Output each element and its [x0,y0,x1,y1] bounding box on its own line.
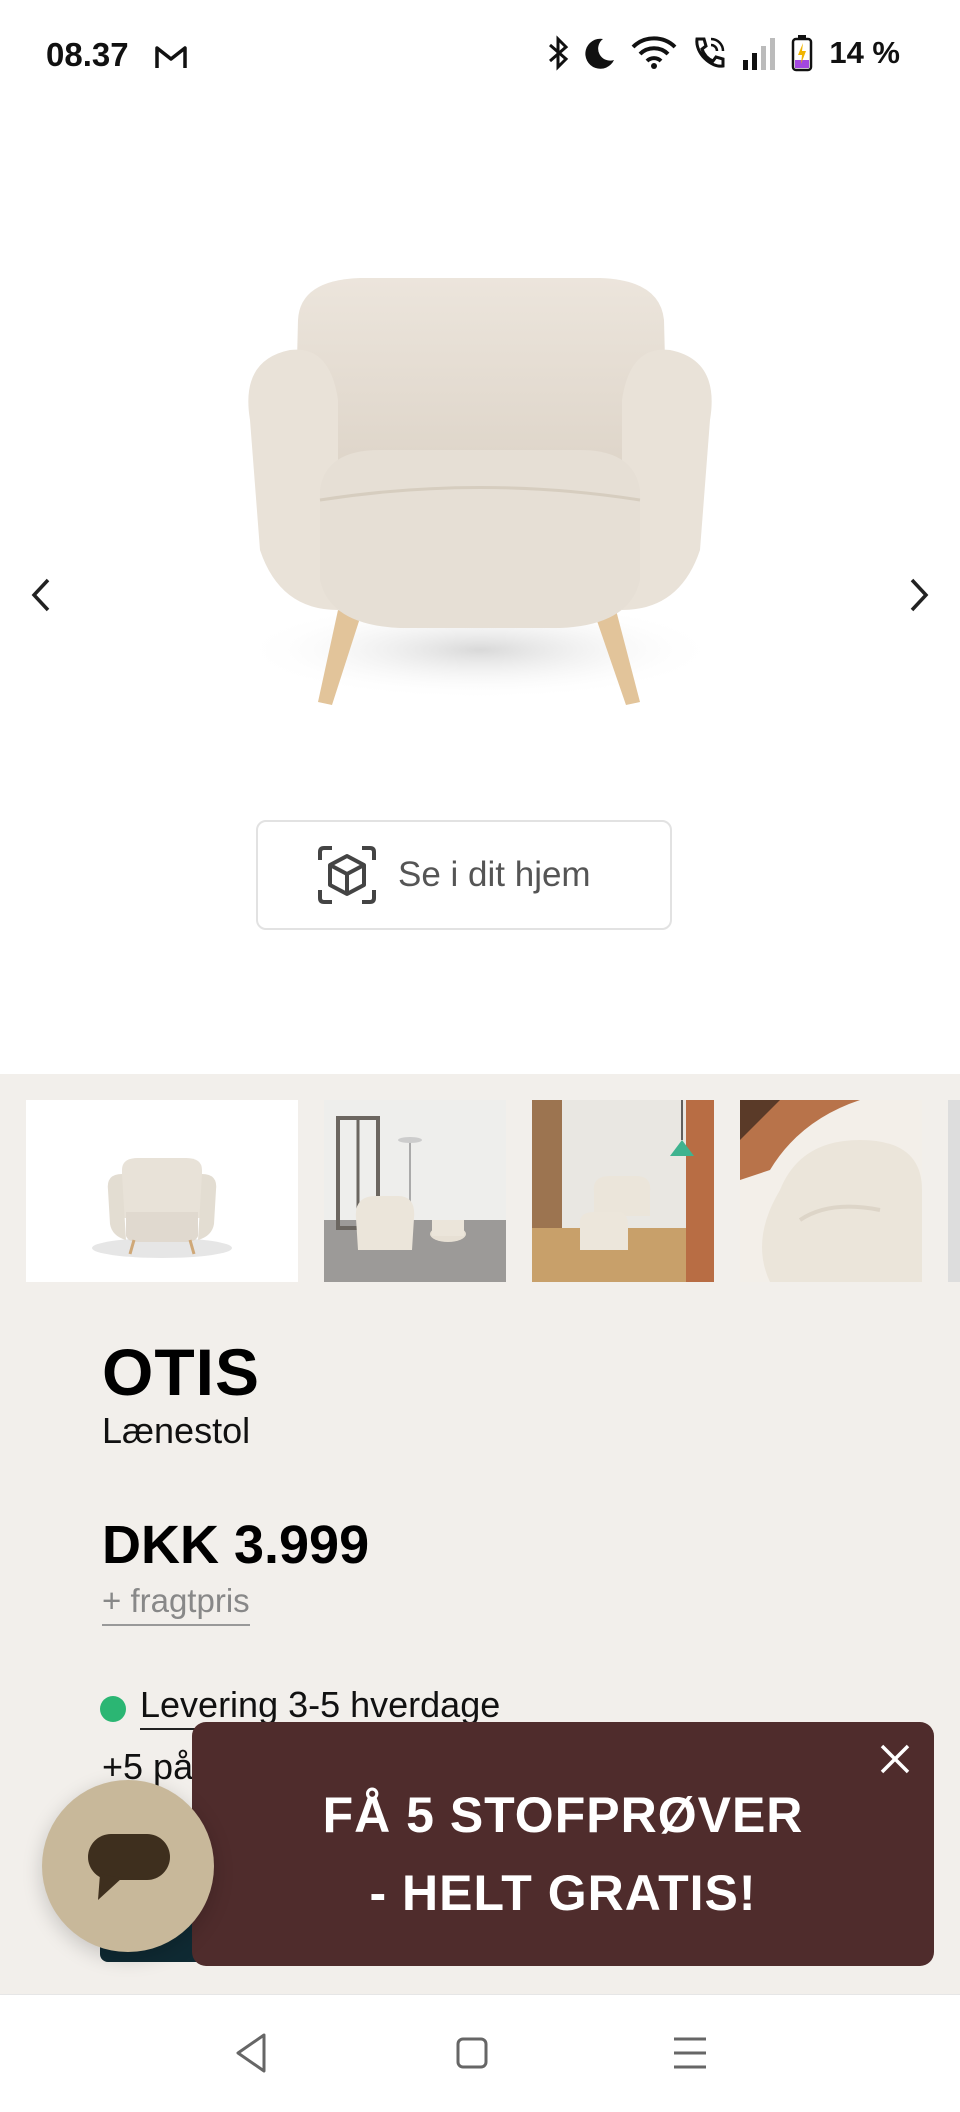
thumbnail-2-room-white[interactable] [324,1100,506,1282]
chevron-right-icon[interactable] [904,574,934,616]
shipping-price-link[interactable]: + fragtpris [102,1582,250,1626]
close-icon[interactable] [870,1734,920,1784]
recent-apps-icon[interactable] [670,2033,710,2073]
ar-cube-icon [318,846,376,904]
view-in-your-home-button[interactable]: Se i dit hjem [256,820,672,930]
product-title: OTIS [102,1335,261,1409]
promo-headline: FÅ 5 STOFPRØVER [322,1787,804,1843]
product-image-chair [240,278,720,705]
thumbnail-1-chair-front[interactable] [26,1100,298,1282]
fabric-samples-promo-popup[interactable]: FÅ 5 STOFPRØVER - HELT GRATIS! [192,1722,934,1966]
do-not-disturb-moon-icon [585,38,615,69]
chevron-left-icon[interactable] [26,574,56,616]
product-image-carousel[interactable]: Se i dit hjem [0,110,960,1074]
wifi-icon [631,36,677,69]
signal-icon [743,38,776,70]
promo-subheadline: - HELT GRATIS! [369,1865,757,1921]
back-icon[interactable] [232,2031,272,2075]
wifi-call-icon [695,37,725,68]
product-price: DKK 3.999 [102,1515,370,1575]
status-icons: 14 % [547,34,900,72]
battery-icon [792,35,813,72]
product-category: Lænestol [102,1410,251,1451]
chat-icon [88,1834,170,1900]
thumbnail-strip[interactable] [26,1100,960,1282]
view-in-your-home-label: Se i dit hjem [398,855,591,894]
in-stock-dot-icon [100,1696,126,1722]
thumbnail-5-partial[interactable] [948,1100,960,1282]
thumbnail-3-room-wood[interactable] [532,1100,714,1282]
thumbnail-4-fabric-closeup[interactable] [740,1100,922,1282]
home-icon[interactable] [454,2033,490,2073]
bluetooth-icon [549,35,569,71]
status-time: 08.37 [46,36,129,73]
chat-button[interactable] [42,1780,214,1952]
gmail-icon [155,46,187,68]
status-bar: 08.37 14 % [0,0,960,110]
system-navigation-bar [0,1994,960,2112]
battery-percentage: 14 % [829,35,900,70]
